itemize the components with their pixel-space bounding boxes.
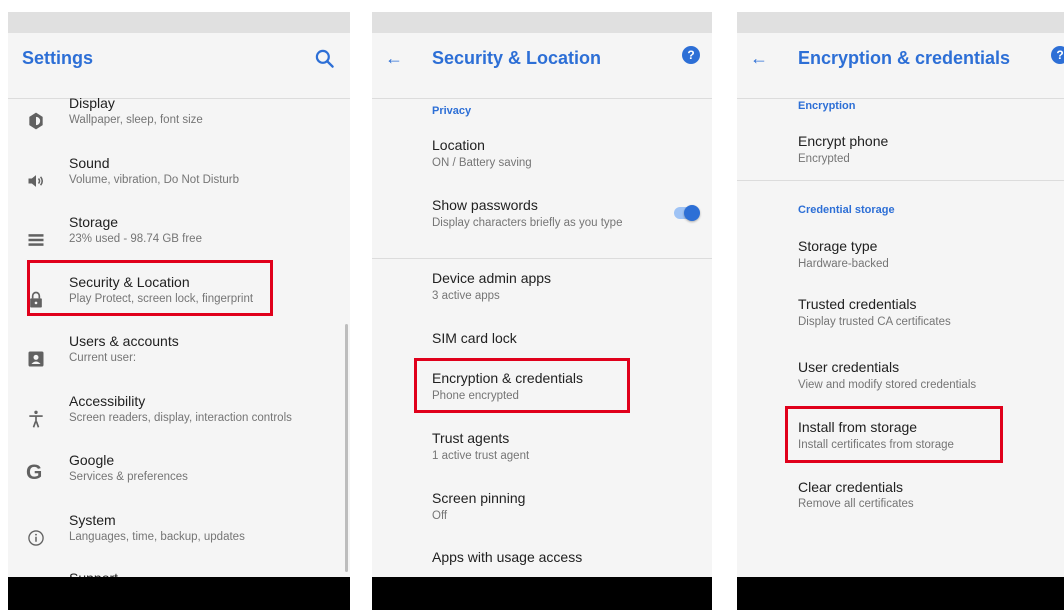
settings-item-sound[interactable]: Sound Volume, vibration, Do Not Disturb — [8, 155, 350, 211]
item-subtitle: Display characters briefly as you type — [432, 217, 623, 229]
app-bar: ← Encryption & credentials ? — [737, 33, 1064, 99]
item-title: SIM card lock — [432, 330, 517, 346]
encryption-credentials-screen: ← Encryption & credentials ? Encryption … — [737, 12, 1064, 610]
list-item-show-passwords[interactable]: Show passwords Display characters briefl… — [372, 197, 712, 237]
item-subtitle: 1 active trust agent — [432, 450, 530, 462]
item-subtitle: Encrypted — [798, 153, 850, 165]
help-icon[interactable]: ? — [1051, 46, 1064, 64]
settings-item-users[interactable]: Users & accounts Current user: — [8, 333, 350, 389]
section-header-credential-storage: Credential storage — [798, 204, 895, 216]
account-icon — [28, 351, 44, 367]
item-title: User credentials — [798, 359, 900, 375]
item-title: Clear credentials — [798, 479, 904, 495]
info-icon — [28, 530, 44, 546]
list-item-usage-access[interactable]: Apps with usage access — [372, 549, 712, 573]
settings-item-subtitle: Services & preferences — [69, 471, 188, 483]
settings-item-title: Accessibility — [69, 393, 146, 409]
volume-icon — [28, 175, 43, 187]
item-title: Trusted credentials — [798, 296, 917, 312]
list-item-location[interactable]: Location ON / Battery saving — [372, 137, 712, 177]
storage-icon — [28, 234, 44, 246]
settings-item-title: Users & accounts — [69, 333, 179, 349]
item-title: Device admin apps — [432, 270, 552, 286]
list-item-screen-pinning[interactable]: Screen pinning Off — [372, 490, 712, 530]
item-subtitle: View and modify stored credentials — [798, 379, 977, 391]
item-subtitle: Remove all certificates — [798, 498, 914, 510]
navigation-bar — [8, 577, 350, 610]
scrollbar[interactable] — [345, 324, 348, 572]
page-title: Security & Location — [432, 48, 602, 68]
item-title: Storage type — [798, 238, 878, 254]
settings-item-subtitle: Current user: — [69, 352, 137, 364]
list-item-device-admin[interactable]: Device admin apps 3 active apps — [372, 270, 712, 310]
section-header-encryption: Encryption — [798, 100, 856, 112]
navigation-bar — [737, 577, 1064, 610]
toggle-thumb — [684, 205, 700, 221]
settings-item-subtitle: Volume, vibration, Do Not Disturb — [69, 174, 240, 186]
item-title: Screen pinning — [432, 490, 526, 506]
back-arrow-icon[interactable]: ← — [385, 48, 403, 69]
back-arrow-icon[interactable]: ← — [750, 48, 768, 69]
search-icon[interactable] — [312, 46, 338, 72]
brightness-icon — [29, 112, 43, 130]
settings-item-title: Storage — [69, 214, 119, 230]
settings-item-accessibility[interactable]: Accessibility Screen readers, display, i… — [8, 393, 350, 449]
list-item-storage-type[interactable]: Storage type Hardware-backed — [737, 238, 1064, 278]
status-bar — [737, 12, 1064, 33]
page-title: Encryption & credentials — [798, 48, 1011, 68]
highlight-box — [785, 406, 1003, 463]
settings-screen: Settings Display Wallpaper, sleep, font … — [8, 12, 350, 610]
app-bar: ← Security & Location ? — [372, 33, 712, 99]
item-title: Trust agents — [432, 430, 510, 446]
list-item-trust-agents[interactable]: Trust agents 1 active trust agent — [372, 430, 712, 470]
settings-item-google[interactable]: G Google Services & preferences — [8, 452, 350, 508]
settings-item-title: Sound — [69, 155, 110, 171]
app-bar: Settings — [8, 33, 350, 99]
item-subtitle: ON / Battery saving — [432, 157, 532, 169]
google-icon: G — [26, 461, 43, 484]
item-title: Apps with usage access — [432, 549, 583, 565]
accessibility-icon — [29, 410, 43, 428]
item-title: Location — [432, 137, 485, 153]
settings-item-title: System — [69, 512, 116, 528]
settings-item-title: Display — [69, 95, 115, 111]
highlight-box — [414, 358, 630, 413]
settings-item-system[interactable]: System Languages, time, backup, updates — [8, 512, 350, 568]
settings-item-display[interactable]: Display Wallpaper, sleep, font size — [8, 95, 350, 151]
list-item-clear-credentials[interactable]: Clear credentials Remove all certificate… — [737, 479, 1064, 519]
page-title: Settings — [22, 48, 94, 68]
section-header-privacy: Privacy — [432, 105, 472, 117]
list-item-sim-lock[interactable]: SIM card lock — [372, 330, 712, 354]
settings-item-title: Google — [69, 452, 115, 468]
settings-item-subtitle: 23% used - 98.74 GB free — [69, 233, 202, 245]
item-subtitle: Hardware-backed — [798, 258, 889, 270]
settings-item-subtitle: Languages, time, backup, updates — [69, 531, 245, 543]
item-subtitle: Off — [432, 510, 448, 522]
item-subtitle: 3 active apps — [432, 290, 500, 302]
list-item-encrypt-phone[interactable]: Encrypt phone Encrypted — [737, 133, 1064, 173]
navigation-bar — [372, 577, 712, 610]
item-subtitle: Display trusted CA certificates — [798, 316, 951, 328]
help-icon[interactable]: ? — [682, 46, 700, 64]
status-bar — [372, 12, 712, 33]
item-title: Encrypt phone — [798, 133, 889, 149]
settings-item-subtitle: Wallpaper, sleep, font size — [69, 114, 203, 126]
status-bar — [8, 12, 350, 33]
item-title: Show passwords — [432, 197, 538, 213]
list-item-trusted-credentials[interactable]: Trusted credentials Display trusted CA c… — [737, 296, 1064, 336]
settings-item-subtitle: Screen readers, display, interaction con… — [69, 412, 292, 424]
highlight-box — [27, 260, 273, 316]
list-item-user-credentials[interactable]: User credentials View and modify stored … — [737, 359, 1064, 399]
security-location-screen: ← Security & Location ? Privacy Location… — [372, 12, 712, 610]
